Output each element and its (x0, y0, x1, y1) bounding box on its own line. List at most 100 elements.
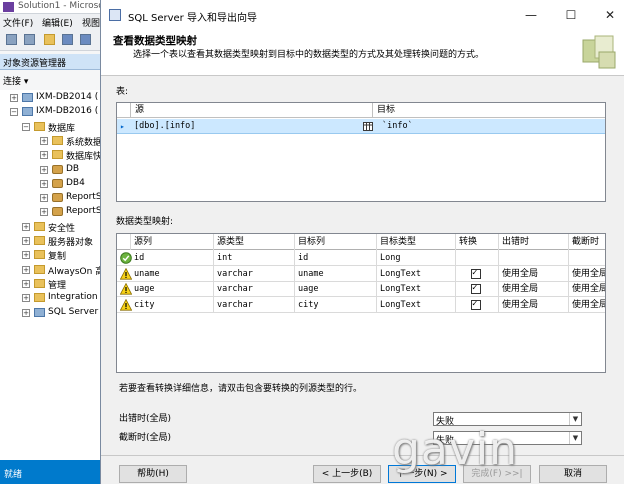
expand-icon[interactable]: + (22, 222, 30, 231)
server-icon (34, 307, 45, 317)
expand-icon[interactable]: + (40, 194, 48, 203)
expand-icon[interactable]: + (22, 251, 30, 260)
tables-label: 表: (116, 87, 129, 97)
tree-item-label: AlwaysOn 高 (48, 266, 105, 277)
expand-icon[interactable]: + (40, 179, 48, 188)
mapping-header-on-trunc[interactable]: 截断时 (569, 234, 605, 250)
mapping-header-source-col[interactable]: 源列 (131, 234, 214, 250)
new-project-icon[interactable] (24, 34, 35, 45)
tree-item-label: IXM-DB2016 ( (36, 106, 99, 117)
mapping-row[interactable]: cityvarcharcityLongText使用全局使用全局 (117, 296, 605, 313)
mapping-grid[interactable]: 源列 源类型 目标列 目标类型 转换 出错时 截断时 id int id Long un… (116, 233, 606, 373)
mapping-grid-header: 源列 源类型 目标列 目标类型 转换 出错时 截断时 (117, 234, 605, 250)
tables-grid-header: 源 目标 (117, 103, 605, 118)
table-source-cell: [dbo].[info] (134, 121, 196, 131)
new-query-icon[interactable] (6, 34, 17, 45)
source-col-cell: id (131, 250, 214, 266)
expand-icon[interactable]: + (40, 165, 48, 174)
mapping-header-convert[interactable]: 转换 (456, 234, 499, 250)
tree-item-label: IXM-DB2014 ( (36, 92, 99, 102)
convert-checkbox[interactable] (471, 282, 481, 294)
mapping-header-target-type[interactable]: 目标类型 (377, 234, 456, 250)
tree-item-label: 管理 (48, 280, 67, 291)
maximize-icon[interactable]: ☐ (564, 8, 578, 22)
collapse-icon[interactable]: − (22, 122, 30, 131)
expand-icon[interactable]: + (22, 265, 30, 274)
on-error-cell[interactable]: 使用全局 (499, 265, 569, 282)
expand-icon[interactable]: + (22, 237, 30, 245)
expand-icon[interactable]: + (40, 136, 48, 145)
folder-icon (52, 135, 63, 145)
mapping-row-header-cell (117, 234, 131, 250)
save-all-icon[interactable] (80, 34, 91, 45)
convert-checkbox[interactable] (471, 267, 481, 279)
connect-button[interactable]: 连接 ▾ (3, 74, 28, 87)
help-button[interactable]: 帮助(H) (119, 465, 187, 483)
table-target-cell: `info` (382, 121, 413, 131)
menu-file[interactable]: 文件(F) (3, 16, 33, 29)
convert-cell (456, 296, 499, 313)
page-heading: 查看数据类型映射 (113, 35, 197, 47)
on-trunc-cell[interactable]: 使用全局 (569, 297, 605, 313)
on-error-cell[interactable]: 使用全局 (499, 296, 569, 313)
wizard-footer: 帮助(H) < 上一步(B) 下一步(N) > 完成(F) >>| 取消 (101, 455, 624, 484)
cancel-button[interactable]: 取消 (539, 465, 607, 483)
source-type-cell: int (214, 250, 295, 266)
target-col-cell: uname (295, 265, 377, 282)
tree-item-label: ReportS (66, 206, 102, 217)
object-explorer-header: 对象资源管理器 (0, 54, 100, 70)
on-error-cell[interactable] (499, 250, 569, 266)
open-folder-icon[interactable] (44, 34, 55, 45)
wizard-app-icon (109, 9, 121, 21)
status-bar: 就绪 (0, 460, 100, 484)
page-description: 选择一个表以查看其数据类型映射到目标中的数据类型的方式及其处理转换问题的方式。 (133, 50, 485, 60)
server-icon (22, 93, 33, 102)
folder-icon (34, 278, 45, 288)
convert-checkbox[interactable] (471, 298, 481, 310)
tree-item-label: 服务器对象 (48, 238, 94, 248)
mapping-row[interactable]: unamevarcharunameLongText使用全局使用全局 (117, 265, 605, 282)
mapping-header-target-col[interactable]: 目标列 (295, 234, 377, 250)
mapping-row[interactable]: uagevarcharuageLongText使用全局使用全局 (117, 281, 605, 297)
expand-icon[interactable]: + (40, 208, 48, 217)
expand-icon[interactable]: + (10, 94, 18, 102)
folder-icon (34, 250, 45, 260)
db-icon (52, 207, 63, 217)
mapping-row[interactable]: id int id Long (117, 250, 605, 266)
on-trunc-cell[interactable]: 使用全局 (569, 281, 605, 297)
wizard-page-header: 查看数据类型映射 选择一个表以查看其数据类型映射到目标中的数据类型的方式及其处理… (101, 30, 624, 76)
expand-icon[interactable]: + (40, 151, 48, 160)
menu-edit[interactable]: 编辑(E) (42, 16, 73, 29)
mapping-header-on-error[interactable]: 出错时 (499, 234, 569, 250)
object-explorer-toolbar: 连接 ▾ (0, 72, 100, 88)
row-header-cell (117, 103, 131, 118)
close-icon[interactable]: ✕ (603, 8, 617, 22)
tree-item-label: DB (66, 163, 80, 174)
tree-item-label: 数据库 (48, 123, 76, 134)
expand-icon[interactable]: + (22, 279, 30, 288)
source-col-cell: uname (131, 265, 214, 282)
target-type-cell: Long (377, 250, 456, 266)
expand-icon[interactable]: + (22, 308, 30, 317)
menu-view[interactable]: 视图 (82, 16, 100, 29)
on-trunc-cell[interactable]: 使用全局 (569, 266, 605, 282)
on-error-global-label: 出错时(全局) (119, 414, 172, 424)
chevron-down-icon[interactable]: ▼ (569, 413, 581, 425)
tables-header-source[interactable]: 源 (131, 103, 373, 118)
source-col-cell: uage (131, 281, 214, 297)
table-row[interactable]: ▸ [dbo].[info] `info` (117, 119, 605, 134)
save-icon[interactable] (62, 34, 73, 45)
on-error-cell[interactable]: 使用全局 (499, 281, 569, 297)
tables-grid[interactable]: 源 目标 ▸ [dbo].[info] `info` (116, 102, 606, 202)
on-trunc-cell[interactable] (569, 250, 605, 266)
minimize-icon[interactable]: — (524, 8, 538, 22)
mapping-header-source-type[interactable]: 源类型 (214, 234, 295, 250)
collapse-icon[interactable]: − (10, 108, 18, 117)
back-button[interactable]: < 上一步(B) (313, 465, 381, 483)
convert-cell (456, 265, 499, 282)
target-type-cell: LongText (377, 281, 456, 297)
table-grid-icon (363, 122, 373, 131)
chevron-down-icon[interactable]: ▼ (569, 432, 581, 444)
expand-icon[interactable]: + (22, 294, 30, 303)
tables-header-target[interactable]: 目标 (373, 103, 605, 118)
